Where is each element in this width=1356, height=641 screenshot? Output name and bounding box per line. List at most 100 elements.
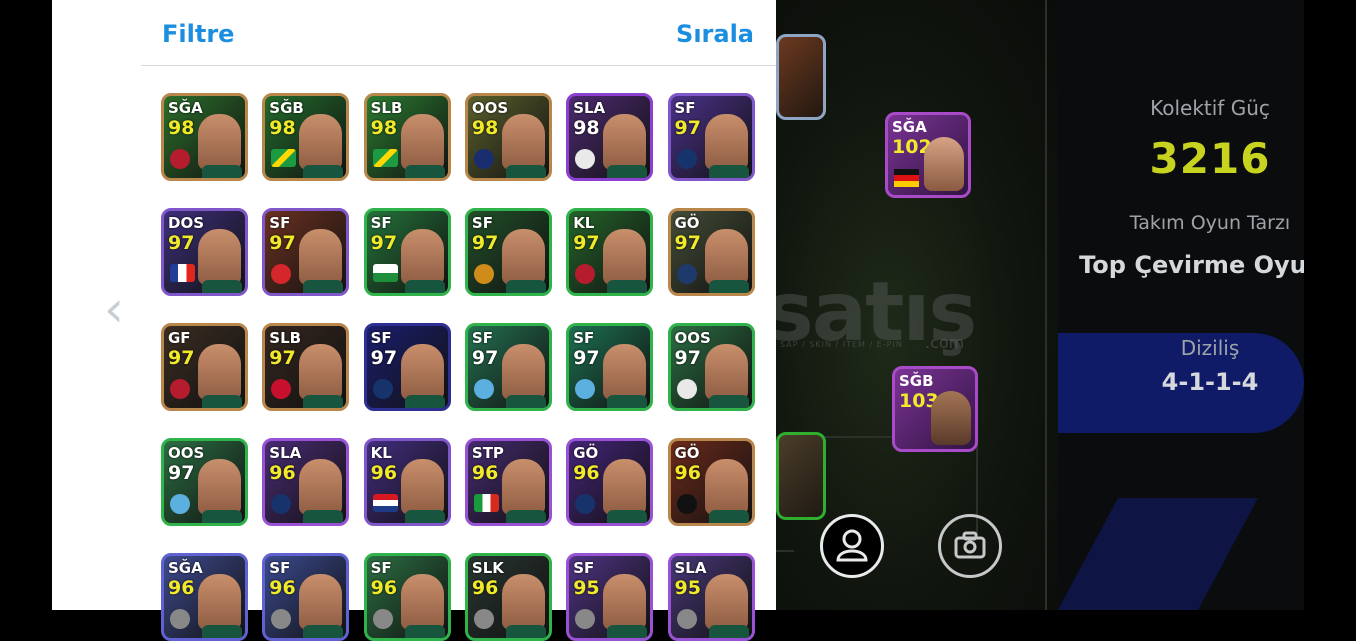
player-card[interactable]: SLB 98 [363,93,451,181]
player-card[interactable]: SĞA 98 [161,93,248,181]
card-position: OOS [168,444,205,462]
player-card[interactable]: OOS 97 [161,438,248,526]
card-skill-indicator [202,280,242,293]
player-card[interactable]: SLK 96 [464,553,552,641]
card-rating: 96 [370,577,398,599]
barcelona-flag-icon [170,149,190,169]
player-card[interactable]: SF 97 [464,323,552,411]
card-position: GÖ [674,214,700,232]
player-portrait [501,574,545,630]
fenerbahce-flag-icon [271,494,292,514]
galatasaray-flag-icon [473,264,494,284]
card-rating: 96 [168,577,195,599]
besiktas-flag-icon [676,494,697,514]
card-position: SF [269,559,291,577]
player-card[interactable]: SLB 97 [262,323,350,411]
player-portrait [501,344,545,400]
player-card[interactable]: SĞB 98 [262,93,350,181]
card-skill-indicator [505,510,546,523]
player-portrait [198,114,241,170]
card-position: GF [168,329,191,347]
card-skill-indicator [505,280,546,293]
card-skill-indicator [303,280,344,293]
player-card[interactable]: KL 96 [363,438,451,526]
pitch-player-card[interactable] [776,34,826,120]
player-portrait [400,229,444,285]
user-profile-button[interactable] [820,514,884,578]
card-skill-indicator [202,165,242,178]
card-skill-indicator [404,280,445,293]
pitch-player-card[interactable]: SĞB 103 [892,366,978,452]
card-rating: 97 [370,347,398,369]
player-card[interactable]: SF 97 [667,93,755,181]
sort-button[interactable]: Sırala [676,20,754,48]
card-skill-indicator [708,395,749,408]
france-flag-icon [170,264,195,282]
player-card[interactable]: GÖ 97 [667,208,755,296]
player-card[interactable]: GÖ 96 [566,438,654,526]
player-card[interactable]: SLA 98 [566,93,654,181]
player-card[interactable]: OOS 98 [464,93,552,181]
fenerbahce-flag-icon [676,149,697,169]
player-card[interactable]: SF 97 [363,323,451,411]
player-card[interactable]: SF 97 [262,208,350,296]
player-card[interactable]: SF 97 [363,208,451,296]
card-skill-indicator [303,165,344,178]
card-rating: 97 [674,347,701,369]
player-portrait [400,574,444,630]
pitch-player-card[interactable]: SĞA 102 [885,112,971,198]
player-card[interactable]: SF 97 [566,323,654,411]
pitch-player-card[interactable] [776,432,826,520]
card-position: SLB [370,99,403,117]
player-card[interactable]: SF 95 [566,553,654,641]
player-card[interactable]: SF 97 [464,208,552,296]
camera-button[interactable] [938,514,1002,578]
card-rating: 96 [674,462,701,484]
player-portrait [400,114,444,170]
card-rating: 95 [573,577,600,599]
germany-flag-icon [894,169,919,187]
unknown-flag-icon [271,609,292,629]
card-rating: 98 [168,117,195,139]
player-portrait [704,459,748,515]
wales-flag-icon [372,264,398,282]
player-card[interactable]: SĞA 96 [161,553,248,641]
right-margin [1304,0,1356,610]
card-skill-indicator [708,625,749,638]
card-skill-indicator [404,510,445,523]
player-selection-panel: Filtre Sırala SĞA 98 SĞB 98 SLB 98 OOS 98 SLA 98 S… [141,0,776,641]
card-position: GÖ [573,444,599,462]
player-card[interactable]: GF 97 [161,323,248,411]
card-rating: 97 [573,232,600,254]
player-card[interactable]: KL 97 [566,208,654,296]
player-portrait [400,344,444,400]
card-position: KL [573,214,595,232]
card-position: SF [471,214,493,232]
card-rating: 98 [471,117,499,139]
card-rating: 97 [168,347,195,369]
watermark-domain: .com [925,333,965,352]
player-portrait [198,229,241,285]
player-card[interactable]: SLA 96 [262,438,350,526]
player-card[interactable]: OOS 97 [667,323,755,411]
player-card[interactable]: DOS 97 [161,208,248,296]
card-position: STP [471,444,504,462]
filter-button[interactable]: Filtre [162,20,234,48]
pitch-line [1045,0,1047,610]
player-card[interactable]: SF 96 [363,553,451,641]
player-portrait [603,344,647,400]
player-portrait [501,114,545,170]
card-position: SĞA [168,99,203,117]
player-portrait [603,114,647,170]
card-skill-indicator [404,395,445,408]
player-card[interactable]: STP 96 [464,438,552,526]
player-card[interactable]: SF 96 [262,553,350,641]
card-position: SF [674,99,696,117]
card-position: SĞA [168,559,203,577]
chevron-left-icon[interactable]: ‹ [104,280,124,338]
user-icon [836,529,868,562]
player-portrait [299,114,343,170]
player-card[interactable]: GÖ 96 [667,438,755,526]
player-card[interactable]: SLA 95 [667,553,755,641]
manchester-city-flag-icon [170,494,190,514]
